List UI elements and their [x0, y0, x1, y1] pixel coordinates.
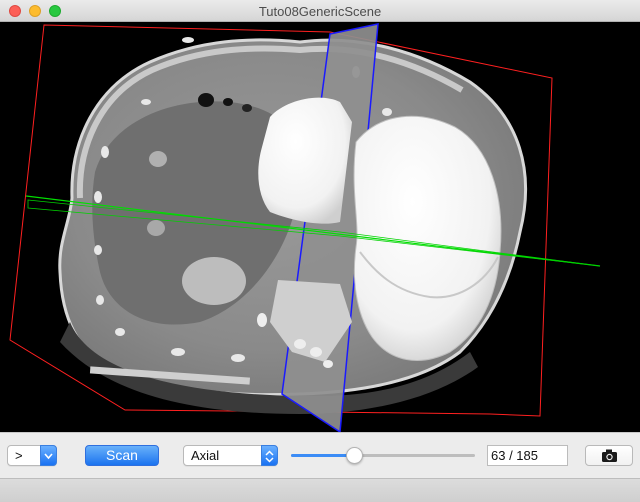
action-combo-value: > — [15, 448, 23, 463]
action-combo[interactable]: > — [7, 445, 57, 466]
ct-air-pocket — [198, 93, 214, 107]
render-viewport[interactable] — [0, 22, 640, 432]
ct-organ-small-2 — [147, 220, 165, 236]
window-title: Tuto08GenericScene — [258, 4, 382, 19]
slider-fill — [291, 454, 354, 457]
chevron-down-icon[interactable] — [40, 445, 57, 466]
ct-air-pocket-3 — [242, 104, 252, 112]
slice-index-field[interactable]: 63 / 185 — [487, 445, 568, 466]
slider-thumb[interactable] — [346, 447, 363, 464]
scan-button[interactable]: Scan — [85, 445, 159, 466]
scene-canvas[interactable] — [0, 22, 640, 432]
updown-chevron-icon[interactable] — [261, 445, 278, 466]
snapshot-button[interactable] — [585, 445, 633, 466]
ct-air-pocket-2 — [223, 98, 233, 106]
orientation-select[interactable]: Axial — [183, 445, 278, 466]
slice-slider[interactable] — [291, 445, 475, 466]
control-toolbar: > Scan Axial 63 / 185 — [0, 432, 640, 478]
app-window: Tuto08GenericScene > Scan Axial 63 / 185 — [0, 0, 640, 502]
ct-organ-small — [149, 151, 167, 167]
title-bar[interactable]: Tuto08GenericScene — [0, 0, 640, 22]
orientation-value: Axial — [191, 448, 220, 463]
organ-mesh-upper — [258, 97, 352, 224]
status-bar — [0, 478, 640, 502]
ct-organ-left — [182, 257, 246, 305]
camera-icon — [602, 449, 617, 462]
